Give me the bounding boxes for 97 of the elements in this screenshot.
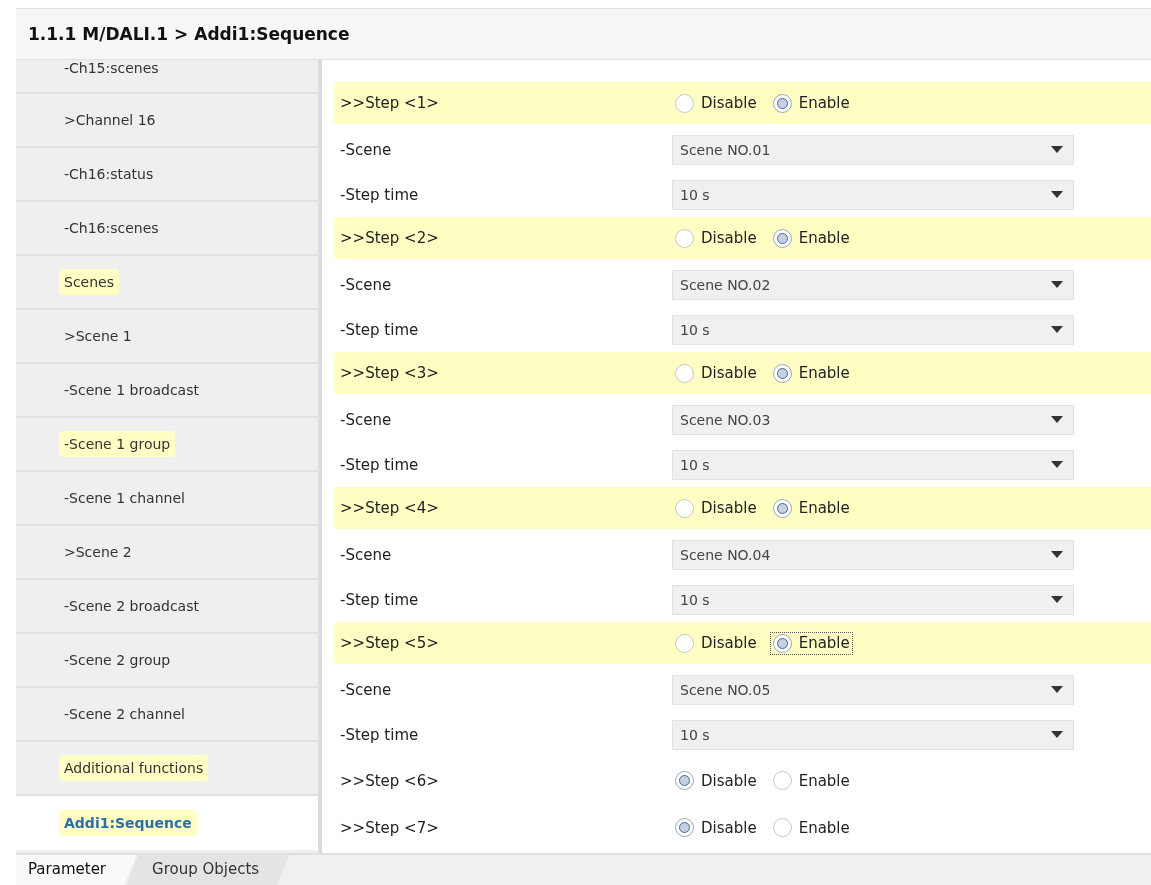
radio-button[interactable] — [675, 633, 694, 653]
sidebar-item-label: -Scene 1 channel — [63, 489, 186, 508]
sidebar-item[interactable]: Scenes — [16, 256, 318, 310]
step-label: >>Step <3> — [339, 364, 440, 382]
radio-option[interactable]: Disable — [672, 226, 760, 250]
sidebar-item-label: Scenes — [59, 269, 119, 295]
sidebar-item[interactable]: -Scene 2 channel — [16, 688, 318, 742]
step-label: >>Step <5> — [339, 634, 440, 652]
dropdown-field[interactable]: Scene NO.03 — [672, 404, 1074, 435]
radio-button[interactable] — [675, 771, 694, 790]
caret-icon — [1051, 191, 1063, 198]
tab[interactable]: Parameter — [16, 855, 137, 885]
radio-option[interactable]: Disable — [672, 91, 760, 115]
field-label: -Step time — [339, 185, 420, 204]
sidebar-item[interactable]: >Scene 2 — [16, 526, 318, 580]
caret-icon — [1051, 551, 1063, 558]
sidebar-item-label: -Scene 2 channel — [63, 705, 186, 724]
radio-button[interactable] — [772, 498, 792, 518]
sidebar-item[interactable]: -Scene 1 broadcast — [16, 364, 318, 418]
sidebar-item[interactable]: -Ch16:scenes — [16, 202, 318, 256]
step-label: >>Step <6> — [339, 771, 440, 790]
sidebar-item-label: -Scene 2 broadcast — [63, 597, 200, 616]
radio-option[interactable]: Enable — [769, 769, 853, 792]
sidebar-item[interactable]: -Scene 2 broadcast — [16, 580, 318, 634]
caret-icon — [1051, 686, 1063, 693]
step-label: >>Step <2> — [339, 229, 440, 247]
radio-button[interactable] — [772, 818, 792, 837]
caret-icon — [1051, 596, 1063, 603]
field-label: -Step time — [339, 320, 420, 339]
caret-icon — [1051, 281, 1063, 288]
radio-option[interactable]: Disable — [672, 361, 760, 385]
sidebar-item[interactable]: -Ch16:status — [16, 148, 318, 202]
field-label: -Scene — [339, 545, 393, 564]
radio-option[interactable]: Enable — [769, 631, 853, 655]
radio-option[interactable]: Enable — [769, 816, 853, 839]
radio-option[interactable]: Enable — [769, 496, 853, 520]
sidebar-item-label: -Scene 1 broadcast — [63, 381, 200, 400]
radio-button[interactable] — [772, 633, 792, 653]
sidebar-item-label: >Channel 16 — [63, 111, 157, 130]
field-label: -Scene — [339, 410, 393, 429]
sidebar-item-label: -Ch16:scenes — [63, 219, 160, 238]
radio-button[interactable] — [675, 363, 694, 383]
caret-icon — [1051, 326, 1063, 333]
field-label: -Scene — [339, 680, 393, 699]
field-label: -Step time — [339, 455, 420, 474]
dropdown-field[interactable]: 10 s — [672, 719, 1074, 750]
radio-option[interactable]: Enable — [769, 226, 853, 250]
sidebar-item-label: -Ch16:status — [63, 165, 155, 184]
sidebar-item-label: Additional functions — [59, 755, 209, 781]
caret-icon — [1051, 146, 1063, 153]
sidebar-item-label: -Scene 1 group — [59, 431, 176, 457]
field-label: -Scene — [339, 140, 393, 159]
radio-option[interactable]: Disable — [672, 496, 760, 520]
dropdown-field[interactable]: Scene NO.01 — [672, 134, 1074, 165]
radio-button[interactable] — [772, 771, 792, 790]
sidebar-item[interactable]: >Scene 1 — [16, 310, 318, 364]
radio-button[interactable] — [675, 93, 694, 113]
dropdown-field[interactable]: 10 s — [672, 584, 1074, 615]
step-label: >>Step <1> — [339, 94, 440, 112]
radio-button[interactable] — [675, 228, 694, 248]
sidebar-item-label: >Scene 1 — [63, 327, 133, 346]
dropdown-field[interactable]: Scene NO.02 — [672, 269, 1074, 300]
radio-option[interactable]: Disable — [672, 816, 760, 839]
radio-option[interactable]: Disable — [672, 769, 760, 792]
radio-option[interactable]: Enable — [769, 91, 853, 115]
sidebar-item[interactable]: -Scene 1 channel — [16, 472, 318, 526]
sidebar-item[interactable]: >Channel 16 — [16, 94, 318, 148]
sidebar-item[interactable]: -Scene 2 group — [16, 634, 318, 688]
sidebar-item-label: Addi1:Sequence — [59, 810, 197, 836]
dropdown-field[interactable]: 10 s — [672, 314, 1074, 345]
dropdown-field[interactable]: Scene NO.05 — [672, 674, 1074, 705]
field-label: -Step time — [339, 590, 420, 609]
dropdown-field[interactable]: 10 s — [672, 449, 1074, 480]
sidebar-item[interactable]: -Ch15:scenes — [16, 60, 318, 94]
caret-icon — [1051, 461, 1063, 468]
radio-button[interactable] — [675, 498, 694, 518]
dropdown-field[interactable]: 10 s — [672, 179, 1074, 210]
sidebar-item-label: >Scene 2 — [63, 543, 133, 562]
sidebar-item-label: -Ch15:scenes — [63, 60, 160, 78]
step-label: >>Step <4> — [339, 499, 440, 517]
tab[interactable]: Group Objects — [126, 855, 290, 885]
radio-button[interactable] — [772, 93, 792, 113]
dropdown-field[interactable]: Scene NO.04 — [672, 539, 1074, 570]
sidebar-item[interactable]: Addi1:Sequence — [16, 796, 318, 850]
sidebar-item-label: -Scene 2 group — [63, 651, 172, 670]
caret-icon — [1051, 731, 1063, 738]
radio-button[interactable] — [675, 818, 694, 837]
window-title: 1.1.1 M/DALI.1 > Addi1:Sequence — [28, 24, 350, 44]
step-label: >>Step <7> — [339, 818, 440, 837]
radio-button[interactable] — [772, 363, 792, 383]
sidebar-item[interactable]: -Scene 1 group — [16, 418, 318, 472]
radio-option[interactable]: Enable — [769, 361, 853, 385]
caret-icon — [1051, 416, 1063, 423]
radio-option[interactable]: Disable — [672, 631, 760, 655]
field-label: -Step time — [339, 725, 420, 744]
radio-button[interactable] — [772, 228, 792, 248]
field-label: -Scene — [339, 275, 393, 294]
